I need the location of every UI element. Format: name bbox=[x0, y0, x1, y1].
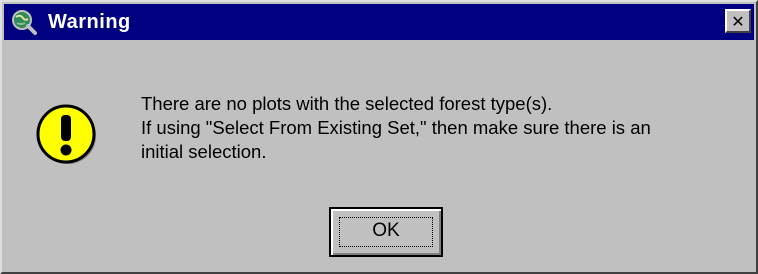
ok-button[interactable]: OK bbox=[329, 207, 443, 257]
message-line-3: initial selection. bbox=[141, 141, 267, 162]
close-icon: ✕ bbox=[731, 11, 745, 31]
close-button[interactable]: ✕ bbox=[725, 9, 751, 33]
warning-dialog: Warning ✕ There are no plots with the se… bbox=[0, 0, 758, 274]
title-bar[interactable]: Warning ✕ bbox=[4, 4, 754, 40]
ok-button-label: OK bbox=[372, 220, 400, 241]
message-line-1: There are no plots with the selected for… bbox=[141, 93, 553, 114]
globe-magnifier-icon bbox=[10, 8, 38, 36]
exclamation-warning-icon bbox=[36, 104, 98, 166]
message-line-2: If using "Select From Existing Set," the… bbox=[141, 117, 651, 138]
message-text: There are no plots with the selected for… bbox=[141, 92, 741, 164]
window-title: Warning bbox=[48, 11, 131, 33]
